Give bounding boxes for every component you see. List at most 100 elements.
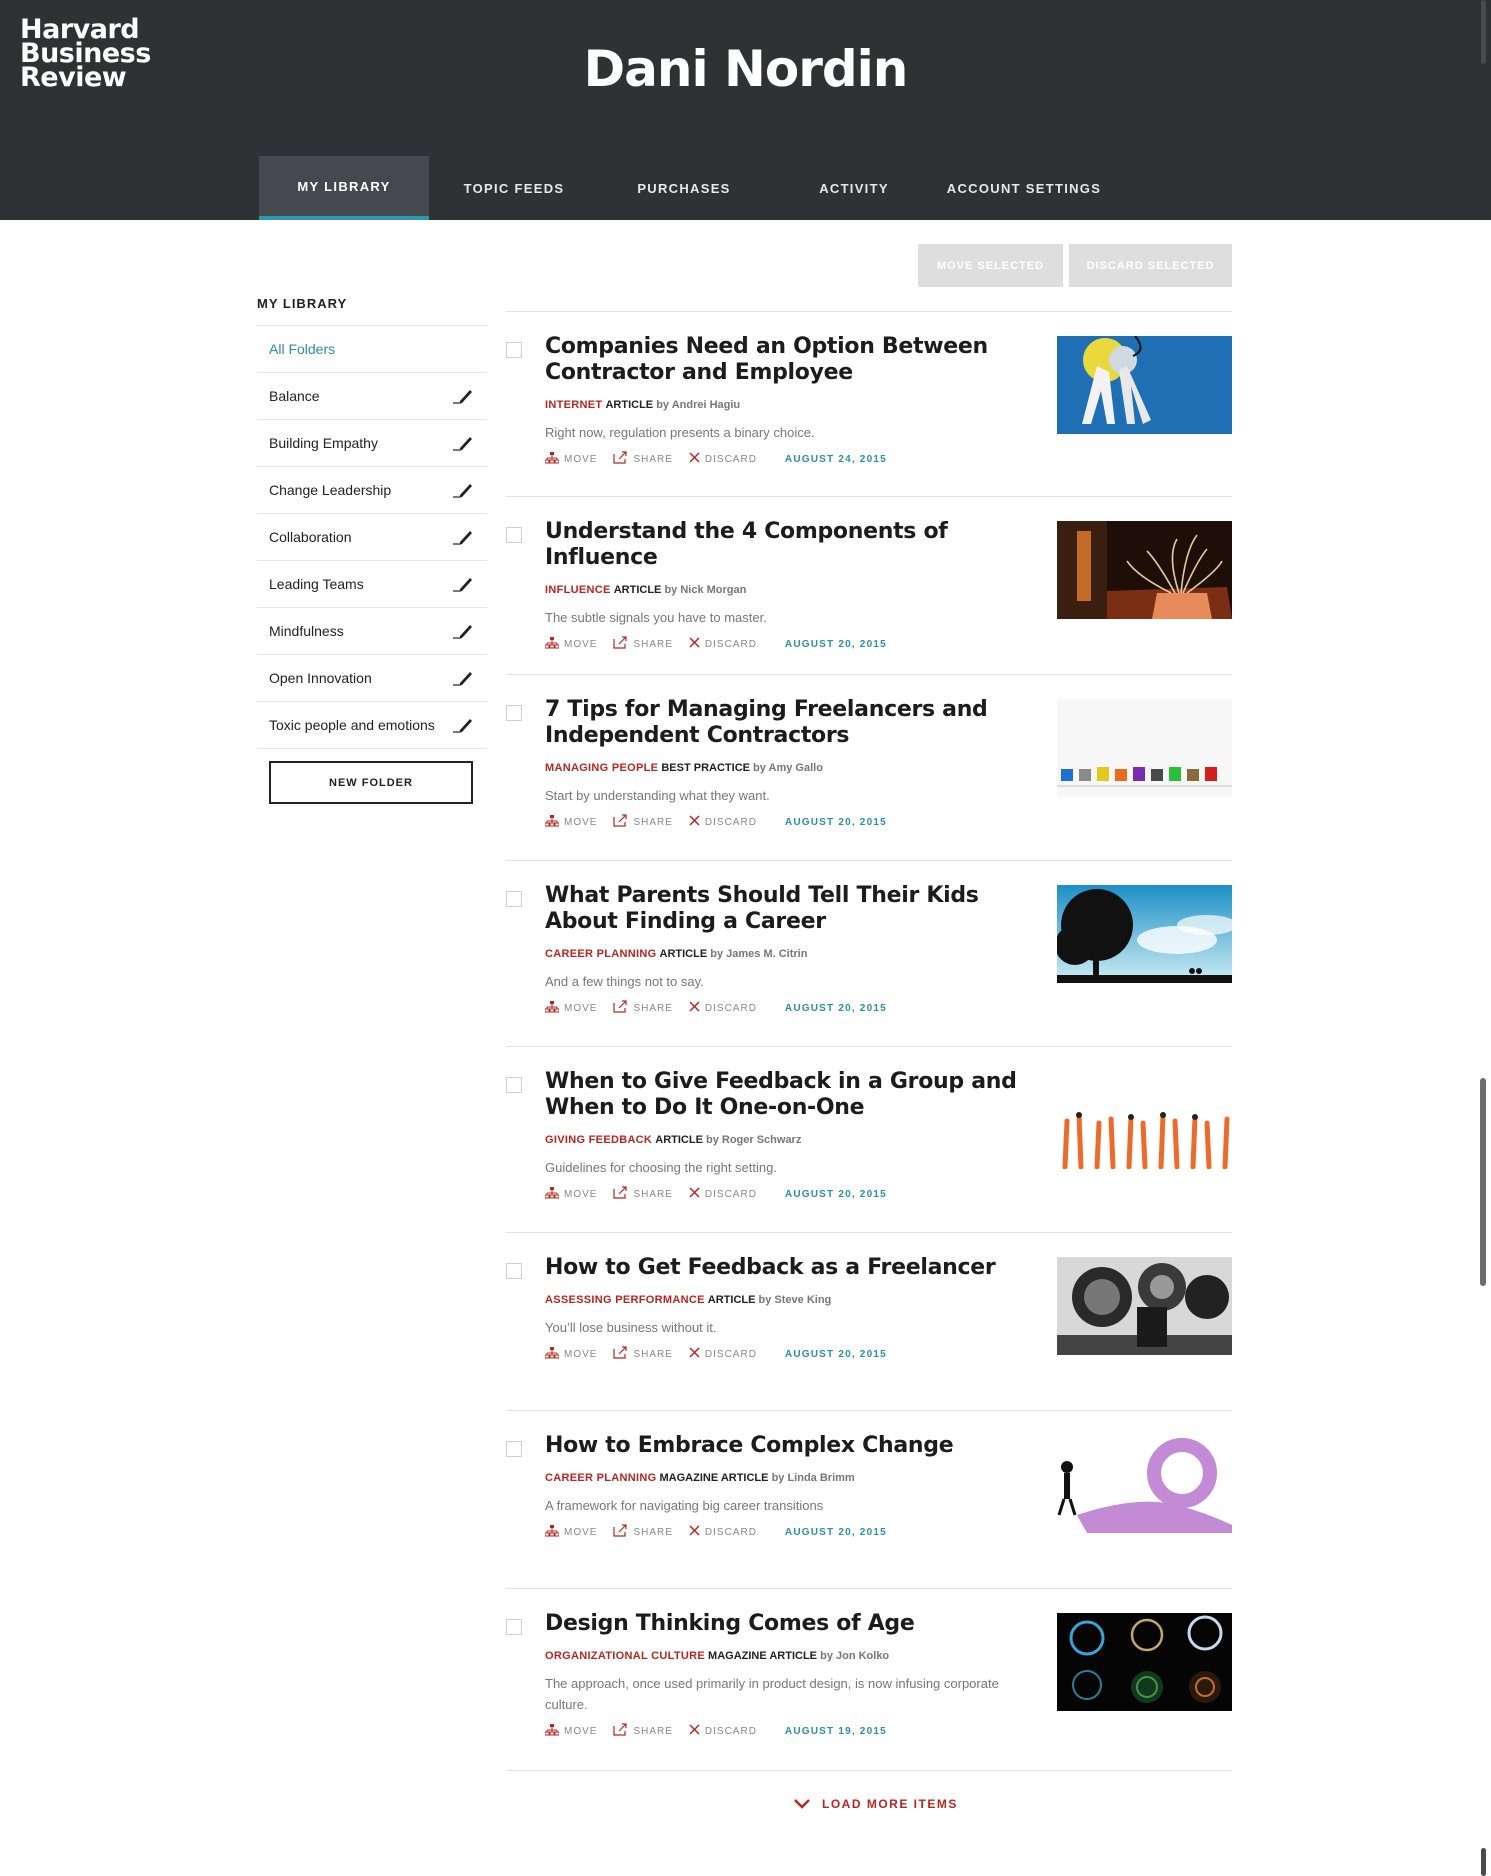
article-row: Understand the 4 Components of Influence… xyxy=(506,497,1232,675)
article-date: AUGUST 24, 2015 xyxy=(784,453,887,465)
share-icon xyxy=(613,1186,633,1202)
share-button[interactable]: SHARE xyxy=(613,1186,672,1202)
article-content: Companies Need an Option Between Contrac… xyxy=(544,334,1035,467)
article-title[interactable]: What Parents Should Tell Their Kids Abou… xyxy=(545,883,1035,935)
share-button[interactable]: SHARE xyxy=(613,1723,672,1739)
tab-account-settings[interactable]: ACCOUNT SETTINGS xyxy=(939,156,1109,220)
move-button[interactable]: MOVE xyxy=(544,451,597,467)
article-thumbnail[interactable] xyxy=(1057,1435,1232,1533)
article-title[interactable]: When to Give Feedback in a Group and Whe… xyxy=(545,1069,1035,1121)
discard-button[interactable]: DISCARD xyxy=(689,1001,757,1015)
pencil-icon[interactable] xyxy=(451,574,475,594)
select-checkbox[interactable] xyxy=(506,1263,522,1279)
select-checkbox[interactable] xyxy=(506,1077,522,1093)
tab-activity[interactable]: ACTIVITY xyxy=(769,156,939,220)
article-author: by James M. Citrin xyxy=(710,948,808,960)
select-checkbox[interactable] xyxy=(506,891,522,907)
article-title[interactable]: 7 Tips for Managing Freelancers and Inde… xyxy=(545,697,1035,749)
share-button[interactable]: SHARE xyxy=(613,1524,672,1540)
folder-item[interactable]: Toxic people and emotions xyxy=(257,702,487,749)
article-topic[interactable]: INTERNET xyxy=(545,399,602,411)
share-button[interactable]: SHARE xyxy=(613,451,672,467)
article-thumbnail[interactable] xyxy=(1057,1071,1232,1169)
new-folder-button[interactable]: NEW FOLDER xyxy=(269,761,473,804)
tab-my-library[interactable]: MY LIBRARY xyxy=(259,156,429,220)
article-topic[interactable]: ORGANIZATIONAL CULTURE xyxy=(545,1650,705,1662)
pencil-icon[interactable] xyxy=(451,668,475,688)
discard-button[interactable]: DISCARD xyxy=(689,452,757,466)
pencil-icon[interactable] xyxy=(451,433,475,453)
article-thumbnail[interactable] xyxy=(1057,699,1232,797)
move-button[interactable]: MOVE xyxy=(544,636,597,652)
pencil-icon[interactable] xyxy=(451,386,475,406)
share-icon xyxy=(613,1346,633,1362)
scrollbar-thumb[interactable] xyxy=(1480,1078,1486,1286)
discard-button[interactable]: DISCARD xyxy=(689,1347,757,1361)
article-meta: INTERNET ARTICLE by Andrei Hagiu xyxy=(545,398,1035,412)
folder-item[interactable]: Leading Teams xyxy=(257,561,487,608)
folder-item[interactable]: All Folders xyxy=(257,326,487,373)
select-checkbox[interactable] xyxy=(506,1619,522,1635)
pencil-icon[interactable] xyxy=(451,715,475,735)
share-button[interactable]: SHARE xyxy=(613,1000,672,1016)
article-title[interactable]: How to Get Feedback as a Freelancer xyxy=(545,1255,1035,1281)
article-topic[interactable]: INFLUENCE xyxy=(545,584,611,596)
share-button[interactable]: SHARE xyxy=(613,1346,672,1362)
article-topic[interactable]: GIVING FEEDBACK xyxy=(545,1134,652,1146)
article-date: AUGUST 20, 2015 xyxy=(784,816,887,828)
folder-item[interactable]: Change Leadership xyxy=(257,467,487,514)
scrollbar-thumb-bottom[interactable] xyxy=(1481,1848,1486,1876)
article-title[interactable]: Companies Need an Option Between Contrac… xyxy=(545,334,1035,386)
article-topic[interactable]: ASSESSING PERFORMANCE xyxy=(545,1294,705,1306)
tab-purchases[interactable]: PURCHASES xyxy=(599,156,769,220)
article-thumbnail[interactable] xyxy=(1057,521,1232,619)
article-topic[interactable]: CAREER PLANNING xyxy=(545,948,656,960)
article-type: BEST PRACTICE xyxy=(661,762,750,774)
folder-item[interactable]: Balance xyxy=(257,373,487,420)
article-title[interactable]: Design Thinking Comes of Age xyxy=(545,1611,1035,1637)
article-author: by Amy Gallo xyxy=(753,762,823,774)
site-header: Harvard Business Review Dani Nordin MY L… xyxy=(0,0,1491,220)
move-selected-button[interactable]: MOVE SELECTED xyxy=(918,244,1063,287)
share-button[interactable]: SHARE xyxy=(613,814,672,830)
select-checkbox[interactable] xyxy=(506,1441,522,1457)
folder-label: All Folders xyxy=(269,341,336,357)
folder-item[interactable]: Collaboration xyxy=(257,514,487,561)
article-date: AUGUST 20, 2015 xyxy=(784,638,887,650)
discard-button[interactable]: DISCARD xyxy=(689,637,757,651)
discard-button[interactable]: DISCARD xyxy=(689,1525,757,1539)
pencil-icon[interactable] xyxy=(451,621,475,641)
move-button[interactable]: MOVE xyxy=(544,1000,597,1016)
tab-topic-feeds[interactable]: TOPIC FEEDS xyxy=(429,156,599,220)
select-checkbox[interactable] xyxy=(506,527,522,543)
article-thumbnail[interactable] xyxy=(1057,1257,1232,1355)
move-button[interactable]: MOVE xyxy=(544,1723,597,1739)
folder-item[interactable]: Building Empathy xyxy=(257,420,487,467)
article-title[interactable]: Understand the 4 Components of Influence xyxy=(545,519,1035,571)
folder-item[interactable]: Open Innovation xyxy=(257,655,487,702)
move-icon xyxy=(544,1000,564,1016)
discard-selected-button[interactable]: DISCARD SELECTED xyxy=(1069,244,1232,287)
load-more-button[interactable]: LOAD MORE ITEMS xyxy=(794,1797,958,1811)
article-topic[interactable]: CAREER PLANNING xyxy=(545,1472,656,1484)
move-button[interactable]: MOVE xyxy=(544,1346,597,1362)
article-title[interactable]: How to Embrace Complex Change xyxy=(545,1433,1035,1459)
select-checkbox[interactable] xyxy=(506,705,522,721)
article-topic[interactable]: MANAGING PEOPLE xyxy=(545,762,658,774)
pencil-icon[interactable] xyxy=(451,480,475,500)
discard-button[interactable]: DISCARD xyxy=(689,1187,757,1201)
move-button[interactable]: MOVE xyxy=(544,1524,597,1540)
pencil-icon[interactable] xyxy=(451,527,475,547)
article-thumbnail[interactable] xyxy=(1057,1613,1232,1711)
discard-button[interactable]: DISCARD xyxy=(689,815,757,829)
select-checkbox[interactable] xyxy=(506,342,522,358)
scrollbar-thumb-top[interactable] xyxy=(1481,0,1486,64)
article-thumbnail[interactable] xyxy=(1057,336,1232,434)
move-button[interactable]: MOVE xyxy=(544,1186,597,1202)
discard-button[interactable]: DISCARD xyxy=(689,1724,757,1738)
article-thumbnail[interactable] xyxy=(1057,885,1232,983)
folder-label: Mindfulness xyxy=(269,623,344,639)
folder-item[interactable]: Mindfulness xyxy=(257,608,487,655)
share-button[interactable]: SHARE xyxy=(613,636,672,652)
move-button[interactable]: MOVE xyxy=(544,814,597,830)
